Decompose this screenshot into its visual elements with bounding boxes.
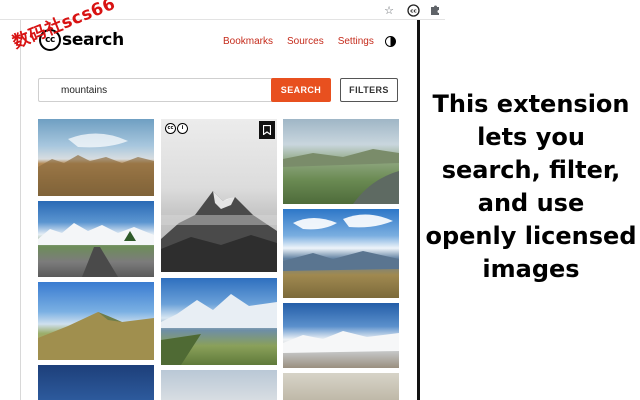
license-icons: cc i [165,123,189,134]
image-result[interactable] [38,201,154,277]
dark-mode-toggle-icon[interactable] [385,36,396,47]
promo-line: openly licensed [425,222,637,250]
image-result[interactable] [38,365,154,400]
promo-line: This extension [432,90,630,118]
screenshot: ☆ cc cc search Bookmarks Sources Setting… [0,0,640,400]
header-nav: Bookmarks Sources Settings [223,36,388,47]
nav-bookmarks-link[interactable]: Bookmarks [223,36,273,47]
image-result[interactable] [38,119,154,196]
cc-icon: cc [165,123,176,134]
puzzle-extensions-icon[interactable] [427,2,443,18]
nav-settings-link[interactable]: Settings [338,36,374,47]
svg-text:cc: cc [410,8,417,14]
image-result[interactable] [161,370,277,400]
by-icon: i [177,123,188,134]
image-result[interactable] [38,282,154,360]
promo-caption: This extension lets you search, filter, … [422,88,640,286]
image-result[interactable] [161,278,277,365]
promo-line: lets you [477,123,585,151]
promo-line: and use [477,189,585,217]
search-bar: SEARCH FILTERS [38,78,402,104]
filters-button[interactable]: FILTERS [340,78,398,102]
promo-line: images [482,255,580,283]
search-input[interactable] [38,78,273,102]
search-button[interactable]: SEARCH [271,78,331,102]
bookmark-icon[interactable] [259,121,275,139]
image-result-hovered[interactable]: cc i [161,119,277,272]
image-result[interactable] [283,119,399,204]
logo-text: search [62,30,124,50]
star-icon[interactable]: ☆ [381,2,397,18]
image-result[interactable] [283,209,399,298]
nav-sources-link[interactable]: Sources [287,36,324,47]
promo-line: search, filter, [441,156,621,184]
image-result[interactable] [283,303,399,368]
image-result[interactable] [283,373,399,400]
extension-popup: cc search Bookmarks Sources Settings SEA… [20,20,420,400]
cc-search-extension-icon[interactable]: cc [405,2,421,18]
